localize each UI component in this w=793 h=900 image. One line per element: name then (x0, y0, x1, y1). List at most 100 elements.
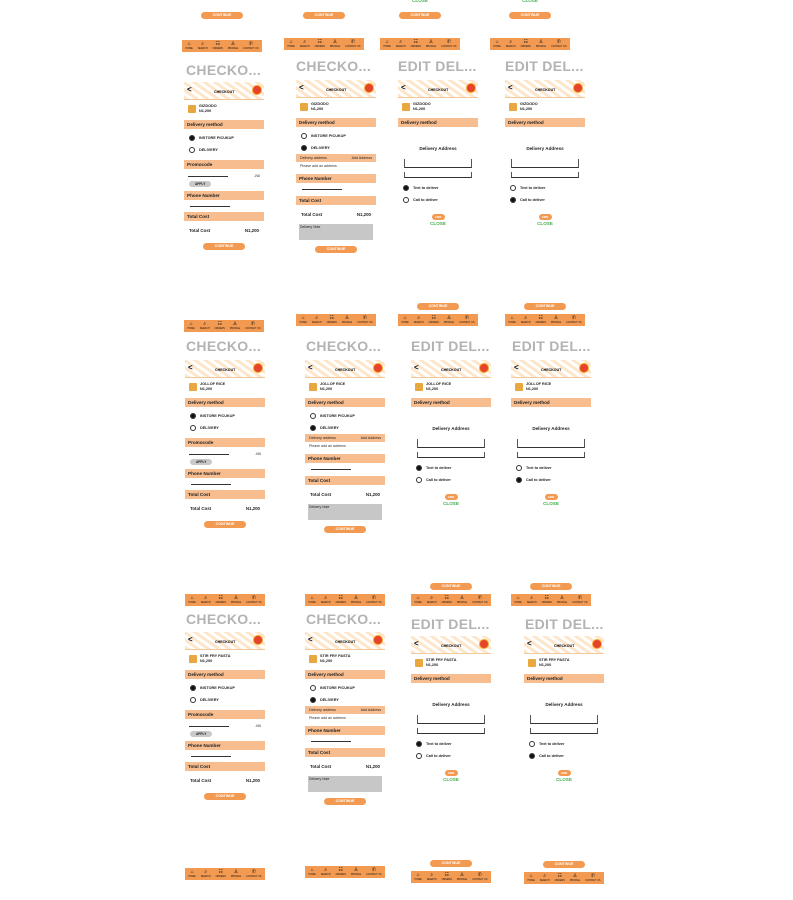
nav-item-home[interactable]: ⌂ HOME (528, 874, 535, 883)
nav-item-search[interactable]: ⌕ SEARCH (321, 868, 331, 877)
radio-button[interactable] (310, 685, 316, 691)
continue-button[interactable]: CONTINUE (203, 243, 245, 251)
phone-number-input[interactable] (190, 205, 230, 207)
continue-button[interactable]: CONTINUE (509, 12, 551, 19)
back-arrow-icon[interactable]: < (308, 635, 313, 644)
instore-pickup-option[interactable]: INSTORE PICUKUP (296, 130, 376, 142)
nav-item-contact-us[interactable]: ✆ CONTACT US (585, 874, 600, 883)
phone-number-input[interactable] (191, 483, 231, 485)
nav-item-profile[interactable]: ♙ PROFILE (231, 870, 241, 879)
back-arrow-icon[interactable]: < (414, 639, 419, 648)
delivery-option[interactable]: DELIVERY (185, 694, 265, 706)
nav-item-contact-us[interactable]: ✆ CONTACT US (472, 596, 487, 605)
nav-item-profile[interactable]: ♙ PROFILE (457, 596, 467, 605)
radio-button[interactable] (510, 185, 516, 191)
nav-item-profile[interactable]: ♙ PROFILE (351, 868, 361, 877)
instore-pickup-option[interactable]: INSTORE PICUKUP (185, 682, 265, 694)
nav-item-orders[interactable]: ☷ ORDERS (442, 596, 452, 605)
nav-item-search[interactable]: ⌕ SEARCH (427, 873, 437, 882)
back-arrow-icon[interactable]: < (508, 83, 513, 92)
apply-button[interactable]: APPLY (190, 730, 213, 737)
nav-item-profile[interactable]: ♙ PROFILE (330, 40, 340, 49)
delivery-option[interactable]: DELIVERY (305, 694, 385, 706)
back-arrow-icon[interactable]: < (527, 639, 532, 648)
nav-item-contact-us[interactable]: ✆ CONTACT US (572, 596, 587, 605)
nav-item-profile[interactable]: ♙ PROFILE (551, 316, 561, 325)
nav-item-search[interactable]: ⌕ SEARCH (201, 596, 211, 605)
delivery-option[interactable]: DELIVERY (296, 142, 376, 154)
continue-button[interactable]: CONTINUE (417, 303, 459, 310)
nav-item-profile[interactable]: ♙ PROFILE (231, 596, 241, 605)
continue-button[interactable]: CONTINUE (324, 797, 366, 805)
nav-item-profile[interactable]: ♙ PROFILE (228, 42, 238, 51)
nav-item-orders[interactable]: ☷ ORDERS (213, 42, 223, 51)
nav-item-contact-us[interactable]: ✆ CONTACT US (366, 596, 381, 605)
radio-button[interactable] (529, 753, 535, 759)
nav-item-home[interactable]: ⌂ HOME (189, 870, 196, 879)
nav-item-orders[interactable]: ☷ ORDERS (521, 40, 531, 49)
nav-item-contact-us[interactable]: ✆ CONTACT US (459, 316, 474, 325)
address-input[interactable] (417, 715, 485, 724)
nav-item-profile[interactable]: ♙ PROFILE (351, 596, 361, 605)
text-to-deliver-option[interactable]: Text to deliver (411, 462, 491, 474)
close-button[interactable]: CLOSE (505, 221, 585, 226)
nav-item-contact-us[interactable]: ✆ CONTACT US (566, 316, 581, 325)
continue-button[interactable]: CONTINUE (524, 303, 566, 310)
nav-item-search[interactable]: ⌕ SEARCH (200, 322, 210, 331)
nav-item-search[interactable]: ⌕ SEARCH (300, 40, 310, 49)
instore-pickup-option[interactable]: INSTORE PICUKUP (184, 132, 264, 144)
call-to-deliver-option[interactable]: Call to deliver (411, 750, 491, 762)
radio-button[interactable] (516, 465, 522, 471)
nav-item-contact-us[interactable]: ✆ CONTACT US (245, 322, 260, 331)
continue-button[interactable]: CONTINUE (543, 861, 585, 868)
radio-button[interactable] (416, 753, 422, 759)
text-to-deliver-option[interactable]: Text to deliver (411, 738, 491, 750)
close-button[interactable]: CLOSE (398, 221, 478, 226)
promocode-input[interactable] (189, 726, 229, 727)
nav-item-search[interactable]: ⌕ SEARCH (312, 316, 322, 325)
radio-button[interactable] (403, 185, 409, 191)
nav-item-orders[interactable]: ☷ ORDERS (216, 596, 226, 605)
delivery-option[interactable]: DELIVERY (184, 144, 264, 156)
phone-number-input[interactable] (302, 189, 342, 190)
radio-button[interactable] (310, 697, 316, 703)
add-address-link[interactable]: Add Address (361, 436, 381, 440)
back-arrow-icon[interactable]: < (401, 83, 406, 92)
add-button[interactable]: ADD (557, 770, 571, 776)
nav-item-orders[interactable]: ☷ ORDERS (536, 316, 546, 325)
apply-button[interactable]: APPLY (189, 180, 212, 187)
nav-item-profile[interactable]: ♙ PROFILE (457, 873, 467, 882)
address-input-2[interactable] (417, 452, 485, 458)
add-button[interactable]: ADD (544, 494, 558, 500)
address-input-2[interactable] (530, 728, 598, 734)
nav-item-profile[interactable]: ♙ PROFILE (342, 316, 352, 325)
nav-item-profile[interactable]: ♙ PROFILE (557, 596, 567, 605)
radio-button[interactable] (529, 741, 535, 747)
instore-pickup-option[interactable]: INSTORE PICUKUP (185, 410, 265, 422)
back-arrow-icon[interactable]: < (299, 83, 304, 92)
nav-item-home[interactable]: ⌂ HOME (515, 596, 522, 605)
promocode-input[interactable] (188, 176, 228, 177)
nav-item-home[interactable]: ⌂ HOME (415, 596, 422, 605)
nav-item-search[interactable]: ⌕ SEARCH (414, 316, 424, 325)
nav-item-contact-us[interactable]: ✆ CONTACT US (243, 42, 258, 51)
close-button[interactable]: CLOSE (524, 777, 604, 782)
close-button[interactable]: CLOSE (511, 501, 591, 506)
delivery-option[interactable]: DELIVERY (185, 422, 265, 434)
text-to-deliver-option[interactable]: Text to deliver (505, 182, 585, 194)
back-arrow-icon[interactable]: < (308, 363, 313, 372)
address-input[interactable] (517, 439, 585, 448)
nav-item-orders[interactable]: ☷ ORDERS (555, 874, 565, 883)
text-to-deliver-option[interactable]: Text to deliver (398, 182, 478, 194)
text-to-deliver-option[interactable]: Text to deliver (511, 462, 591, 474)
nav-item-orders[interactable]: ☷ ORDERS (336, 868, 346, 877)
nav-item-search[interactable]: ⌕ SEARCH (427, 596, 437, 605)
nav-item-search[interactable]: ⌕ SEARCH (527, 596, 537, 605)
nav-item-home[interactable]: ⌂ HOME (288, 40, 295, 49)
nav-item-orders[interactable]: ☷ ORDERS (216, 870, 226, 879)
nav-item-home[interactable]: ⌂ HOME (300, 316, 307, 325)
nav-item-contact-us[interactable]: ✆ CONTACT US (246, 870, 261, 879)
radio-button[interactable] (301, 133, 307, 139)
instore-pickup-option[interactable]: INSTORE PICUKUP (305, 410, 385, 422)
nav-item-profile[interactable]: ♙ PROFILE (444, 316, 454, 325)
